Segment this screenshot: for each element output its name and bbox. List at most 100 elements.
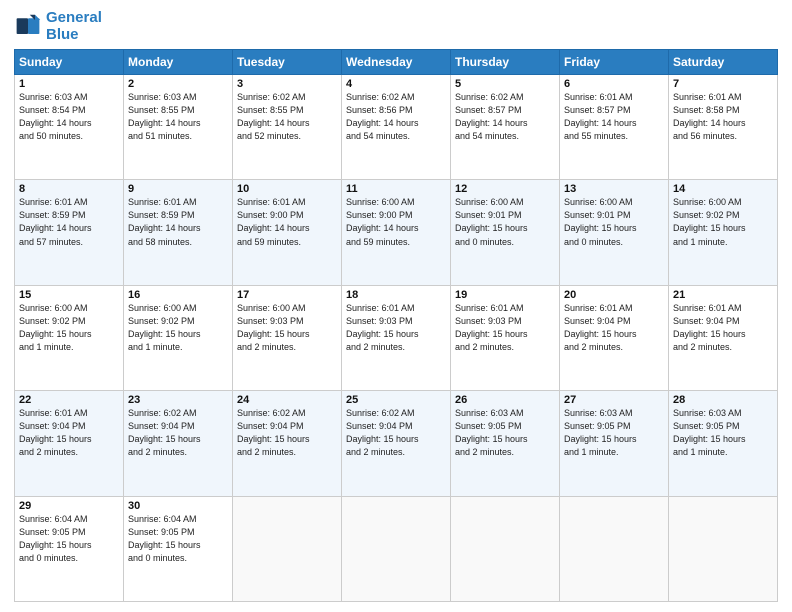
calendar-cell xyxy=(233,496,342,601)
calendar-cell: 28Sunrise: 6:03 AM Sunset: 9:05 PM Dayli… xyxy=(669,391,778,496)
day-number: 16 xyxy=(128,289,228,301)
day-info: Sunrise: 6:04 AM Sunset: 9:05 PM Dayligh… xyxy=(19,513,119,565)
calendar-cell: 6Sunrise: 6:01 AM Sunset: 8:57 PM Daylig… xyxy=(560,75,669,180)
calendar-cell: 30Sunrise: 6:04 AM Sunset: 9:05 PM Dayli… xyxy=(124,496,233,601)
day-number: 2 xyxy=(128,78,228,90)
day-number: 19 xyxy=(455,289,555,301)
day-number: 8 xyxy=(19,183,119,195)
day-info: Sunrise: 6:00 AM Sunset: 9:03 PM Dayligh… xyxy=(237,302,337,354)
day-number: 9 xyxy=(128,183,228,195)
day-info: Sunrise: 6:00 AM Sunset: 9:02 PM Dayligh… xyxy=(128,302,228,354)
calendar-cell: 21Sunrise: 6:01 AM Sunset: 9:04 PM Dayli… xyxy=(669,285,778,390)
day-number: 25 xyxy=(346,394,446,406)
day-info: Sunrise: 6:01 AM Sunset: 9:03 PM Dayligh… xyxy=(455,302,555,354)
calendar-cell: 1Sunrise: 6:03 AM Sunset: 8:54 PM Daylig… xyxy=(15,75,124,180)
calendar-cell xyxy=(342,496,451,601)
calendar-cell: 29Sunrise: 6:04 AM Sunset: 9:05 PM Dayli… xyxy=(15,496,124,601)
calendar-cell: 8Sunrise: 6:01 AM Sunset: 8:59 PM Daylig… xyxy=(15,180,124,285)
day-number: 4 xyxy=(346,78,446,90)
day-info: Sunrise: 6:02 AM Sunset: 9:04 PM Dayligh… xyxy=(346,407,446,459)
calendar-cell xyxy=(669,496,778,601)
calendar-cell: 10Sunrise: 6:01 AM Sunset: 9:00 PM Dayli… xyxy=(233,180,342,285)
day-number: 28 xyxy=(673,394,773,406)
calendar-cell: 23Sunrise: 6:02 AM Sunset: 9:04 PM Dayli… xyxy=(124,391,233,496)
calendar-cell: 7Sunrise: 6:01 AM Sunset: 8:58 PM Daylig… xyxy=(669,75,778,180)
day-info: Sunrise: 6:02 AM Sunset: 8:55 PM Dayligh… xyxy=(237,91,337,143)
day-number: 30 xyxy=(128,500,228,512)
day-number: 21 xyxy=(673,289,773,301)
day-info: Sunrise: 6:03 AM Sunset: 9:05 PM Dayligh… xyxy=(564,407,664,459)
day-number: 20 xyxy=(564,289,664,301)
weekday-header-row: SundayMondayTuesdayWednesdayThursdayFrid… xyxy=(15,50,778,75)
page: General Blue SundayMondayTuesdayWednesda… xyxy=(0,0,792,612)
day-info: Sunrise: 6:01 AM Sunset: 8:57 PM Dayligh… xyxy=(564,91,664,143)
day-number: 13 xyxy=(564,183,664,195)
day-info: Sunrise: 6:02 AM Sunset: 9:04 PM Dayligh… xyxy=(128,407,228,459)
week-row-2: 8 Sunrise: 6:01 AM Sunset: 8:59 PM Daylig… xyxy=(15,180,778,285)
day-number: 22 xyxy=(19,394,119,406)
day-number: 3 xyxy=(237,78,337,90)
day-info: Sunrise: 6:01 AM Sunset: 9:04 PM Dayligh… xyxy=(564,302,664,354)
logo: General Blue xyxy=(14,10,102,43)
calendar-cell: 13Sunrise: 6:00 AM Sunset: 9:01 PM Dayli… xyxy=(560,180,669,285)
calendar-cell: 9Sunrise: 6:01 AM Sunset: 8:59 PM Daylig… xyxy=(124,180,233,285)
weekday-header-wednesday: Wednesday xyxy=(342,50,451,75)
calendar-cell: 25Sunrise: 6:02 AM Sunset: 9:04 PM Dayli… xyxy=(342,391,451,496)
calendar-cell: 11Sunrise: 6:00 AM Sunset: 9:00 PM Dayli… xyxy=(342,180,451,285)
day-number: 15 xyxy=(19,289,119,301)
logo-icon xyxy=(14,13,42,41)
weekday-header-thursday: Thursday xyxy=(451,50,560,75)
day-info: Sunrise: 6:01 AM Sunset: 9:04 PM Dayligh… xyxy=(19,407,119,459)
calendar-cell: 17Sunrise: 6:00 AM Sunset: 9:03 PM Dayli… xyxy=(233,285,342,390)
day-info: Sunrise: 6:01 AM Sunset: 9:00 PM Dayligh… xyxy=(237,196,337,248)
calendar-cell: 2Sunrise: 6:03 AM Sunset: 8:55 PM Daylig… xyxy=(124,75,233,180)
day-number: 7 xyxy=(673,78,773,90)
day-number: 29 xyxy=(19,500,119,512)
day-info: Sunrise: 6:00 AM Sunset: 9:02 PM Dayligh… xyxy=(19,302,119,354)
calendar-cell: 5Sunrise: 6:02 AM Sunset: 8:57 PM Daylig… xyxy=(451,75,560,180)
day-number: 1 xyxy=(19,78,119,90)
day-number: 14 xyxy=(673,183,773,195)
day-info: Sunrise: 6:02 AM Sunset: 9:04 PM Dayligh… xyxy=(237,407,337,459)
day-number: 23 xyxy=(128,394,228,406)
calendar-cell: 26Sunrise: 6:03 AM Sunset: 9:05 PM Dayli… xyxy=(451,391,560,496)
day-number: 26 xyxy=(455,394,555,406)
day-info: Sunrise: 6:01 AM Sunset: 8:58 PM Dayligh… xyxy=(673,91,773,143)
week-row-3: 15Sunrise: 6:00 AM Sunset: 9:02 PM Dayli… xyxy=(15,285,778,390)
calendar-cell: 14Sunrise: 6:00 AM Sunset: 9:02 PM Dayli… xyxy=(669,180,778,285)
calendar-cell: 3Sunrise: 6:02 AM Sunset: 8:55 PM Daylig… xyxy=(233,75,342,180)
day-number: 5 xyxy=(455,78,555,90)
day-info: Sunrise: 6:01 AM Sunset: 9:03 PM Dayligh… xyxy=(346,302,446,354)
calendar-cell: 4Sunrise: 6:02 AM Sunset: 8:56 PM Daylig… xyxy=(342,75,451,180)
weekday-header-tuesday: Tuesday xyxy=(233,50,342,75)
day-number: 17 xyxy=(237,289,337,301)
day-info: Sunrise: 6:00 AM Sunset: 9:02 PM Dayligh… xyxy=(673,196,773,248)
day-info: Sunrise: 6:01 AM Sunset: 8:59 PM Dayligh… xyxy=(128,196,228,248)
week-row-5: 29Sunrise: 6:04 AM Sunset: 9:05 PM Dayli… xyxy=(15,496,778,601)
calendar-cell: 12Sunrise: 6:00 AM Sunset: 9:01 PM Dayli… xyxy=(451,180,560,285)
calendar-table: SundayMondayTuesdayWednesdayThursdayFrid… xyxy=(14,49,778,602)
day-info: Sunrise: 6:04 AM Sunset: 9:05 PM Dayligh… xyxy=(128,513,228,565)
day-info: Sunrise: 6:01 AM Sunset: 9:04 PM Dayligh… xyxy=(673,302,773,354)
weekday-header-sunday: Sunday xyxy=(15,50,124,75)
day-info: Sunrise: 6:03 AM Sunset: 8:54 PM Dayligh… xyxy=(19,91,119,143)
week-row-4: 22Sunrise: 6:01 AM Sunset: 9:04 PM Dayli… xyxy=(15,391,778,496)
day-info: Sunrise: 6:00 AM Sunset: 9:00 PM Dayligh… xyxy=(346,196,446,248)
day-number: 11 xyxy=(346,183,446,195)
calendar-cell: 16Sunrise: 6:00 AM Sunset: 9:02 PM Dayli… xyxy=(124,285,233,390)
day-info: Sunrise: 6:02 AM Sunset: 8:57 PM Dayligh… xyxy=(455,91,555,143)
calendar-cell xyxy=(451,496,560,601)
week-row-1: 1Sunrise: 6:03 AM Sunset: 8:54 PM Daylig… xyxy=(15,75,778,180)
weekday-header-saturday: Saturday xyxy=(669,50,778,75)
day-number: 18 xyxy=(346,289,446,301)
day-info: Sunrise: 6:00 AM Sunset: 9:01 PM Dayligh… xyxy=(564,196,664,248)
day-info: Sunrise: 6:03 AM Sunset: 8:55 PM Dayligh… xyxy=(128,91,228,143)
day-number: 27 xyxy=(564,394,664,406)
weekday-header-monday: Monday xyxy=(124,50,233,75)
day-info: Sunrise: 6:02 AM Sunset: 8:56 PM Dayligh… xyxy=(346,91,446,143)
calendar-cell: 15Sunrise: 6:00 AM Sunset: 9:02 PM Dayli… xyxy=(15,285,124,390)
calendar-cell: 27Sunrise: 6:03 AM Sunset: 9:05 PM Dayli… xyxy=(560,391,669,496)
day-info: Sunrise: 6:03 AM Sunset: 9:05 PM Dayligh… xyxy=(455,407,555,459)
day-info: Sunrise: 6:03 AM Sunset: 9:05 PM Dayligh… xyxy=(673,407,773,459)
calendar-cell: 20Sunrise: 6:01 AM Sunset: 9:04 PM Dayli… xyxy=(560,285,669,390)
